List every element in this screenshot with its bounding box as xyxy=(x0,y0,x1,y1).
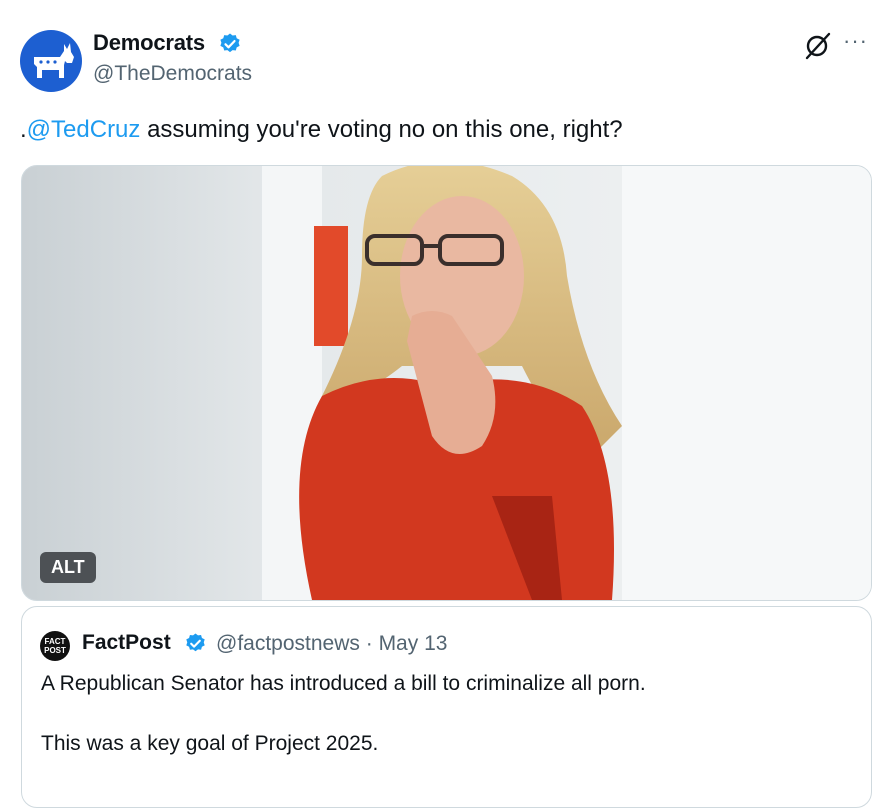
quote-handle[interactable]: @factpostnews xyxy=(216,632,360,655)
logo-text-2: POST xyxy=(44,646,66,655)
meta-separator: · xyxy=(359,632,379,655)
quote-text-line-2: This was a key goal of Project 2025. xyxy=(41,732,379,755)
media-photo xyxy=(22,166,871,600)
alt-text-badge[interactable]: ALT xyxy=(40,552,96,583)
verified-badge-icon xyxy=(220,33,240,53)
donkey-logo-icon xyxy=(34,43,74,78)
author-avatar[interactable] xyxy=(20,30,82,92)
factpost-logo-icon[interactable]: FACT POST xyxy=(40,631,70,661)
grok-icon[interactable] xyxy=(802,31,832,61)
tweet-media-image[interactable]: ALT xyxy=(21,165,872,601)
mention-link[interactable]: @TedCruz xyxy=(27,116,141,143)
quote-text-line-1: A Republican Senator has introduced a bi… xyxy=(41,672,646,695)
quoted-tweet[interactable]: FACT POST FactPost @factpostnews · May 1… xyxy=(21,606,872,808)
tweet-text: .@TedCruz assuming you're voting no on t… xyxy=(20,115,623,145)
verified-badge-icon xyxy=(186,633,205,652)
factpost-logo-graphic: FACT POST xyxy=(44,637,66,655)
quote-date[interactable]: May 13 xyxy=(379,632,448,655)
author-handle[interactable]: @TheDemocrats xyxy=(93,62,252,86)
author-name[interactable]: Democrats xyxy=(93,30,205,56)
more-options-icon[interactable]: ··· xyxy=(843,28,868,54)
tweet-body: assuming you're voting no on this one, r… xyxy=(140,116,623,143)
logo-text-1: FACT xyxy=(45,637,66,646)
quote-author-name[interactable]: FactPost xyxy=(82,631,171,655)
quote-meta: @factpostnews · May 13 xyxy=(216,632,447,656)
tweet-prefix: . xyxy=(20,116,27,143)
